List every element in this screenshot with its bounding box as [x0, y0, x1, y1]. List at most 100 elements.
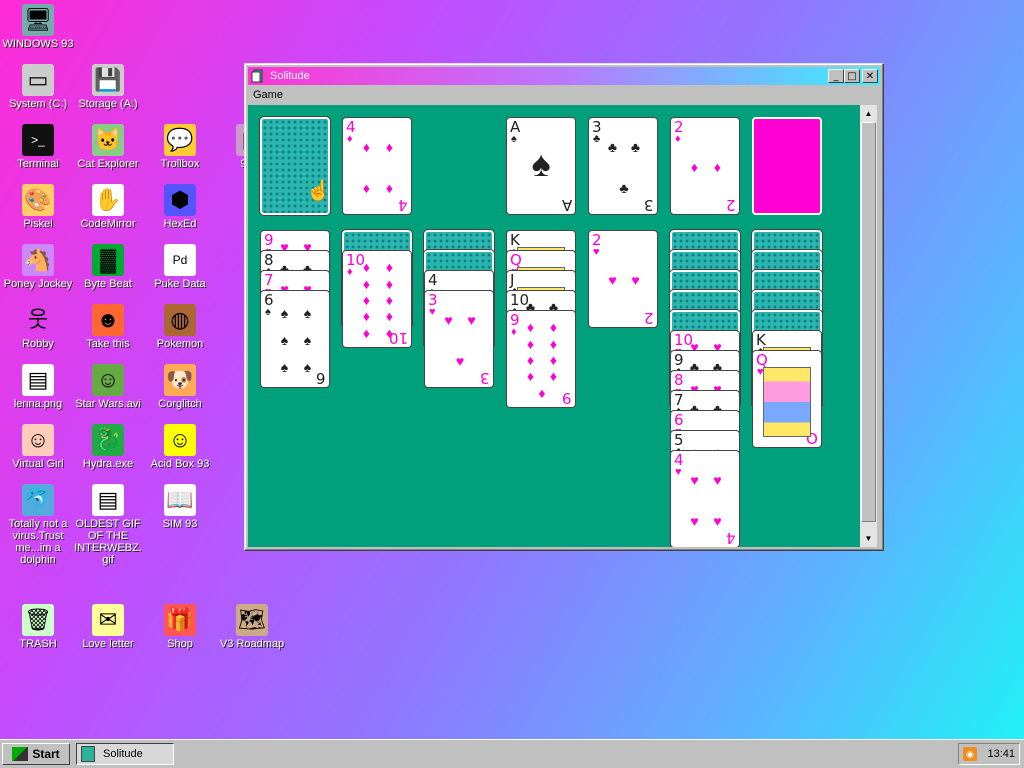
vertical-scrollbar[interactable]: ▲ ▼ — [860, 105, 877, 547]
desktop-icon[interactable]: 🗺 V3 Roadmap — [216, 604, 288, 650]
desktop-icon[interactable]: 🐶 Corglitch — [144, 364, 216, 410]
dolphin-icon: 🐬 — [22, 484, 54, 516]
desktop-icon[interactable]: >_ Terminal — [2, 124, 74, 170]
trash-icon: 🗑 — [22, 604, 54, 636]
desktop-icon-label: Cat Explorer — [77, 158, 139, 170]
desktop-icon[interactable]: 💾 Storage (A:) — [72, 64, 144, 110]
card-suit-icon: ♥ — [675, 466, 682, 478]
floppy-drive-icon: 💾 — [92, 64, 124, 96]
tableau-card[interactable]: 4 ♥ 4 ♥ ♥ ♥ ♥ — [670, 450, 740, 547]
desktop-icon[interactable]: ▭ System (C:) — [2, 64, 74, 110]
desktop-icon[interactable]: ☺ Star Wars.avi — [72, 364, 144, 410]
desktop-icon[interactable]: ☻ Take this — [72, 304, 144, 350]
desktop-icon-label: Trollbox — [160, 158, 200, 170]
desktop-icon[interactable]: 🐴 Poney Jockey — [2, 244, 74, 290]
desktop-icon[interactable]: ☺ Virtual Girl — [2, 424, 74, 470]
system-tray: ◉ 13:41 — [958, 743, 1020, 765]
card-suit-icon: ♦ — [675, 133, 681, 145]
stock-pile[interactable]: ☝ — [259, 116, 331, 216]
card-pips: ♣ ♣ ♣ — [607, 138, 641, 196]
desktop-icon-label: Terminal — [17, 158, 59, 170]
desktop-icon[interactable]: ▤ OLDEST GIF OF THE INTERWEBZ.gif — [72, 484, 144, 566]
tableau-card[interactable]: 9 ♦ 9 ♦ ♦ ♦ ♦ ♦ ♦ ♦ ♦ ♦ — [506, 310, 576, 408]
gif-file-icon: ▤ — [92, 484, 124, 516]
minimize-button[interactable]: _ — [828, 69, 844, 83]
scroll-down-arrow-icon[interactable]: ▼ — [860, 530, 877, 547]
desktop-icon[interactable]: 🐉 Hydra.exe — [72, 424, 144, 470]
tableau-card[interactable]: 2 ♥ 2 ♥ ♥ — [588, 230, 658, 328]
card-pips: ♥ ♥ — [608, 272, 640, 288]
scroll-up-arrow-icon[interactable]: ▲ — [860, 105, 877, 122]
foundation-card[interactable]: A ♠ A ♠ — [506, 117, 576, 215]
desktop-icon[interactable]: 💬 Trollbox — [144, 124, 216, 170]
start-logo-icon — [12, 747, 29, 761]
corgi-icon: 🐶 — [164, 364, 196, 396]
card-rank-corner: A — [561, 196, 572, 214]
desktop-icon-label: OLDEST GIF OF THE INTERWEBZ.gif — [74, 518, 142, 566]
cat-globe-icon: 🐱 — [92, 124, 124, 156]
card-suit-icon: ♦ — [347, 133, 353, 145]
foundation-card[interactable]: 2 ♦ 2 ♦ ♦ — [670, 117, 740, 215]
rss-feed-icon[interactable]: ◉ — [963, 747, 977, 761]
desktop-icon[interactable]: 웃 Robby — [2, 304, 74, 350]
window-titlebar[interactable]: Solitude _ □ ✕ — [248, 67, 880, 85]
desktop-icon[interactable]: 🐬 Totally not a virus.Trust me...im a dol… — [2, 484, 74, 566]
robot-figure-icon: 웃 — [27, 307, 49, 332]
smiley-icon: ☺ — [164, 424, 196, 456]
desktop-icon-label: Totally not a virus.Trust me...im a dolp… — [8, 518, 68, 566]
computer-icon: 🖥 — [22, 4, 54, 36]
start-button[interactable]: Start — [2, 743, 70, 765]
menu-game[interactable]: Game — [248, 89, 288, 101]
desktop-icon-label: WINDOWS 93 — [2, 38, 74, 50]
solitaire-app-icon — [251, 69, 265, 83]
desktop-icon[interactable]: ☺ Acid Box 93 — [144, 424, 216, 470]
puke-data-icon: Pd — [164, 244, 196, 276]
desktop-icon-label: SIM 93 — [162, 518, 198, 530]
desktop-icon[interactable]: 🐱 Cat Explorer — [72, 124, 144, 170]
tableau-card[interactable]: 6 ♠ 6 ♠ ♠ ♠ ♠ ♠ ♠ — [260, 290, 330, 388]
card-suit-icon: ♠ — [265, 306, 271, 318]
waste-card[interactable]: 4 ♦ 4 ♦ ♦ ♦ ♦ — [342, 117, 412, 215]
close-button[interactable]: ✕ — [862, 69, 878, 83]
desktop-icon[interactable]: ▓ Byte Beat — [72, 244, 144, 290]
desktop-icon[interactable]: ▤ lenna.png — [2, 364, 74, 410]
card-pips: ♥ ♥ ♥ — [444, 311, 476, 369]
taskbar-item-label: Solitude — [103, 748, 143, 760]
foundation-card[interactable]: 3 ♣ 3 ♣ ♣ ♣ — [588, 117, 658, 215]
desktop-icon[interactable]: 🎁 Shop — [144, 604, 216, 650]
desktop-icon-label: System (C:) — [8, 98, 68, 110]
desktop-icon-label: TRASH — [19, 638, 57, 650]
desktop-icon[interactable]: ✋ CodeMirror — [72, 184, 144, 230]
card-pips: ♦ ♦ — [690, 159, 722, 175]
desktop-icon[interactable]: ⬢ HexEd — [144, 184, 216, 230]
desktop-icon[interactable]: 🎨 Piskel — [2, 184, 74, 230]
scrollbar-thumb[interactable] — [861, 122, 876, 522]
foundation-slot-empty[interactable] — [752, 117, 822, 215]
terminal-icon: >_ — [22, 124, 54, 156]
desktop-icon[interactable]: 🗑 TRASH — [2, 604, 74, 650]
desktop-icon[interactable]: 🖥 WINDOWS 93 — [2, 4, 74, 50]
desktop-icon[interactable]: 📖 SIM 93 — [144, 484, 216, 530]
bytebeat-icon: ▓ — [92, 244, 124, 276]
tableau-card[interactable]: 3 ♥ 3 ♥ ♥ ♥ — [424, 290, 494, 388]
desktop-icon[interactable]: Pd Puke Data — [144, 244, 216, 290]
desktop-icon-label: Virtual Girl — [12, 458, 64, 470]
tableau-card[interactable]: 10 ♦ 10 ♦ ♦ ♦ ♦ ♦ ♦ ♦ ♦ ♦ ♦ — [342, 250, 412, 348]
menubar: Game — [248, 86, 880, 104]
taskbar-item-solitude[interactable]: Solitude — [76, 743, 174, 765]
desktop-icon[interactable]: ◍ Pokemon — [144, 304, 216, 350]
start-label: Start — [32, 747, 60, 761]
desktop-icon-label: Take this — [86, 338, 130, 350]
desktop-icon-label: Piskel — [23, 218, 53, 230]
solitude-window[interactable]: Solitude _ □ ✕ Game ☝ 4 ♦ 4 ♦ ♦ ♦ ♦ A ♠ A ♠ 3 ♣ 3 ♣ ♣ ♣ 2 ♦… — [244, 63, 884, 551]
maximize-button[interactable]: □ — [844, 69, 860, 83]
desktop-icon-label: Star Wars.avi — [75, 398, 141, 410]
card-pips: ♦ ♦ ♦ ♦ ♦ ♦ ♦ ♦ ♦ — [526, 319, 558, 401]
girl-face-icon: ☺ — [22, 424, 54, 456]
card-pips: ♥ ♥ ♥ ♥ — [690, 471, 722, 529]
game-table[interactable]: ☝4♦4♦♦♦♦A♠A♠3♣3♣♣♣2♦2♦♦9♥9♥♥♥♥♥♥♥♥♥8♣8♣♣… — [248, 105, 860, 547]
face-card-figure — [763, 367, 811, 437]
card-suit-icon: ♥ — [593, 246, 600, 258]
tableau-card[interactable]: Q♥Q — [752, 350, 822, 448]
desktop-icon[interactable]: ✉ Love letter — [72, 604, 144, 650]
